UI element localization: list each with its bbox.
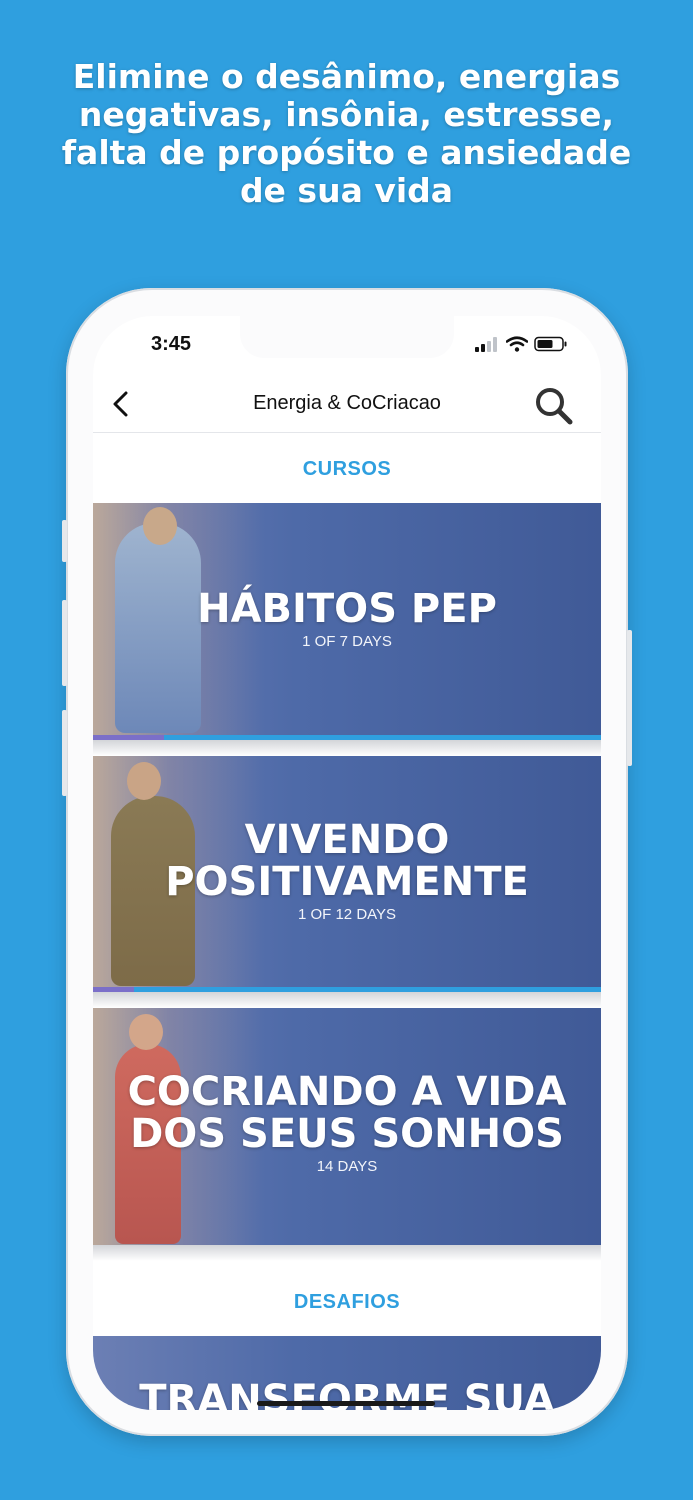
phone-side-button [62,520,67,562]
card-divider [93,740,601,756]
section-title-cursos: CURSOS [302,458,392,480]
card-divider [93,1245,601,1261]
course-days: 14 DAYS [316,1158,378,1175]
app-screen: 3:45 Energia & CoCriacao CURSOS HÁBITOS … [93,316,601,1410]
phone-volume-up [62,600,67,686]
navigation-bar: Energia & CoCriacao [93,376,601,433]
course-days: 1 OF 12 DAYS [297,906,397,923]
course-title-line2: DOS SEUS SONHOS [130,1111,564,1157]
search-button[interactable] [533,385,575,427]
status-icons [474,336,568,352]
nav-title: Energia & CoCriacao [253,392,441,414]
home-indicator [257,1401,435,1406]
course-card-habitos-pep[interactable]: HÁBITOS PEP 1 OF 7 DAYS [93,503,601,740]
search-icon [536,388,573,425]
card-divider [93,992,601,1008]
notch [240,316,454,358]
phone-power-button [627,630,632,766]
course-days: 1 OF 7 DAYS [302,633,392,650]
status-time: 3:45 [151,333,192,355]
course-card-vivendo-positivamente[interactable]: VIVENDO POSITIVAMENTE 1 OF 12 DAYS [93,756,601,992]
phone-volume-down [62,710,67,796]
course-title-line1: COCRIANDO A VIDA [127,1069,567,1115]
course-title-line1: VIVENDO [244,817,450,863]
wifi-icon [506,336,528,352]
course-title-line2: POSITIVAMENTE [165,859,529,905]
signal-icon [475,337,497,352]
course-card-cocriando[interactable]: COCRIANDO A VIDA DOS SEUS SONHOS 14 DAYS [93,1008,601,1245]
section-title-desafios: DESAFIOS [293,1291,401,1313]
promo-headline: Elimine o desânimo, energias negativas, … [61,57,632,210]
course-title: HÁBITOS PEP [197,586,497,632]
challenge-card-transforme[interactable]: TRANSFORME SUA [93,1336,601,1410]
battery-icon [534,336,567,352]
